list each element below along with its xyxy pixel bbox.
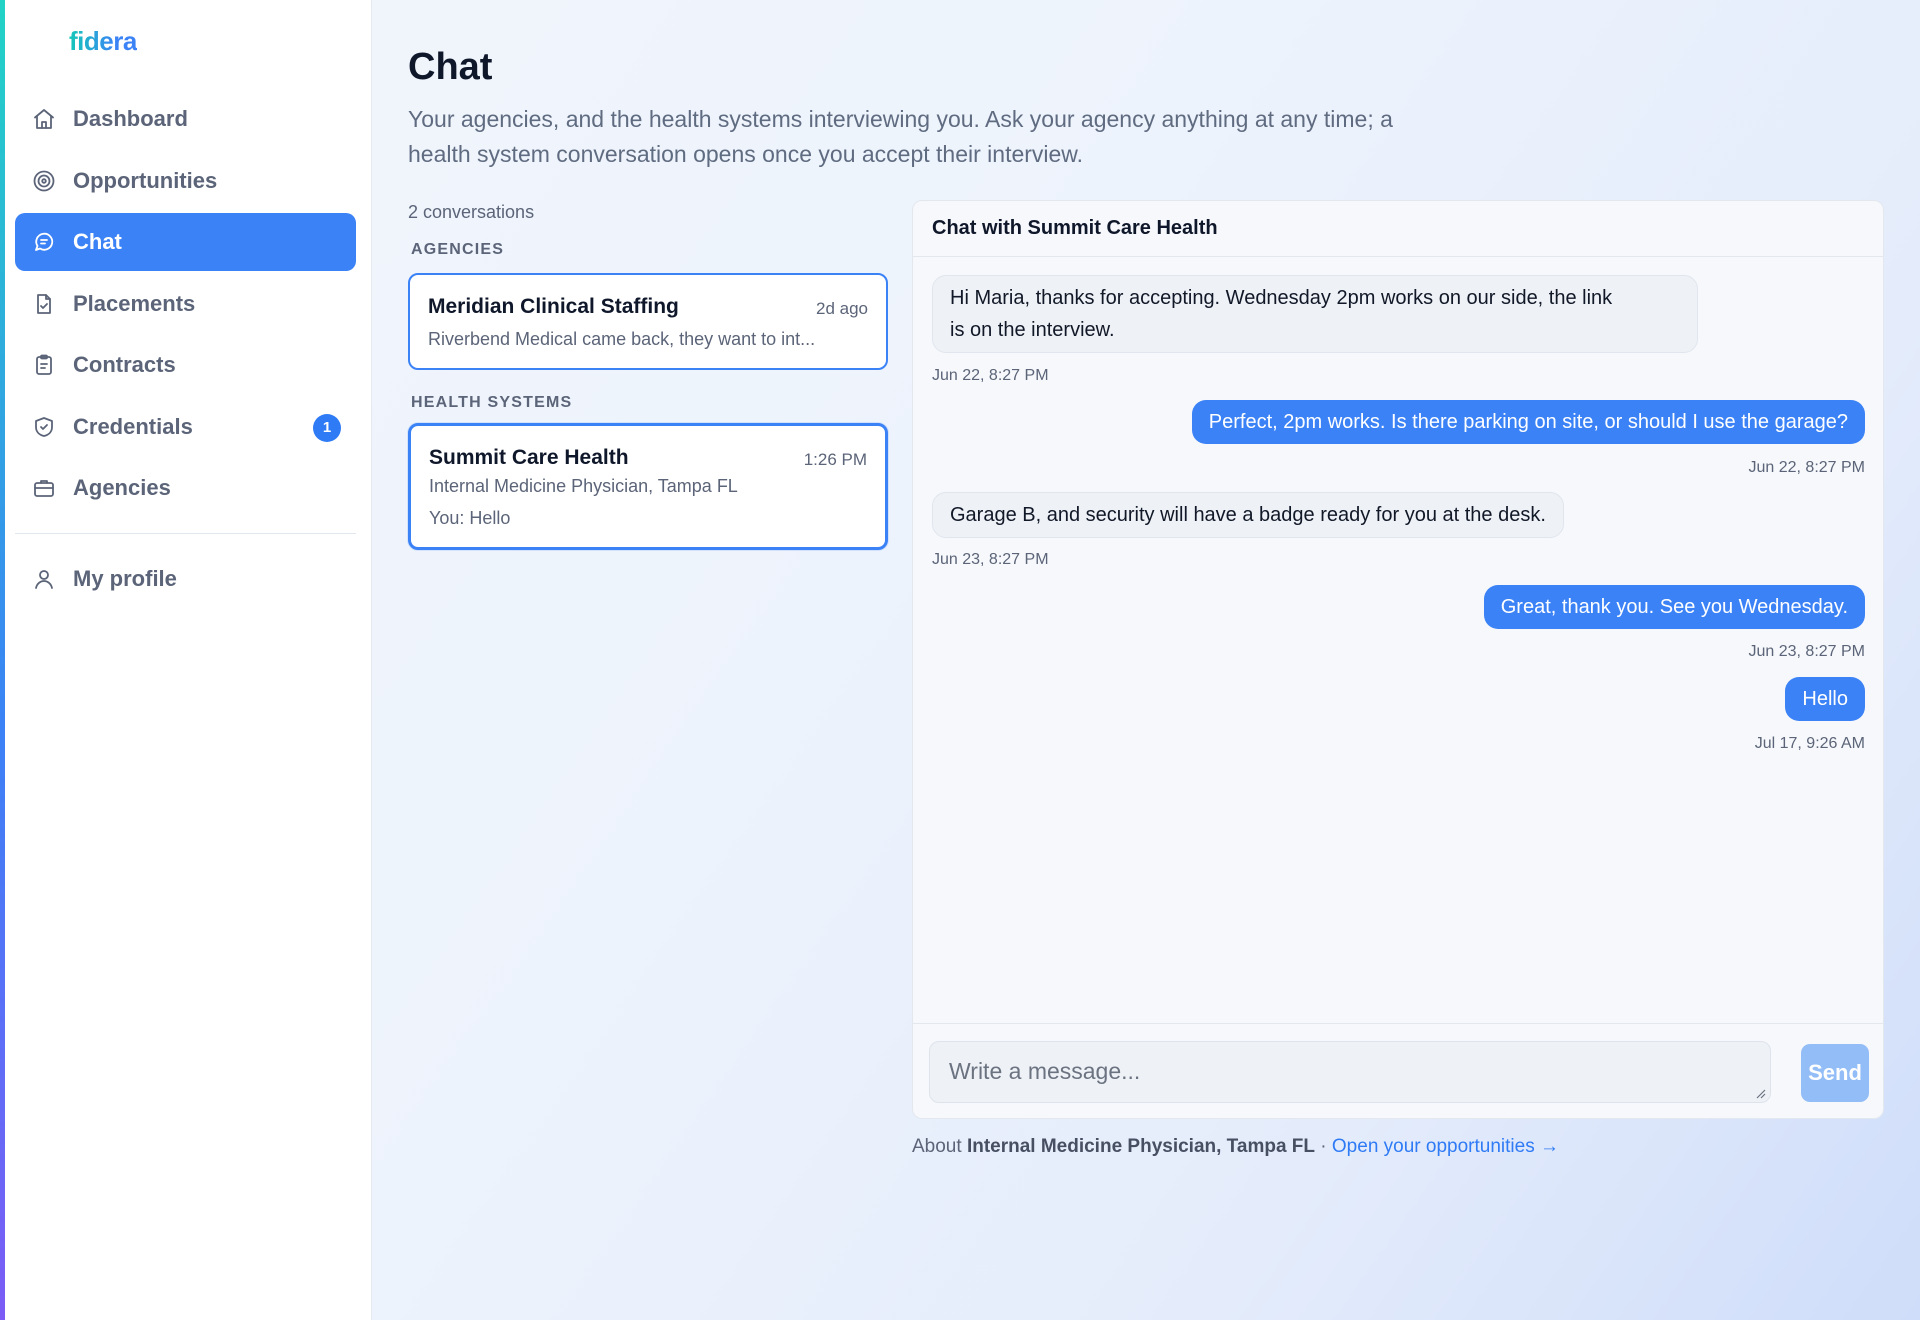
conversation-name: Meridian Clinical Staffing — [428, 295, 679, 318]
sidebar-item-chat[interactable]: Chat — [15, 213, 356, 271]
sidebar-item-opportunities[interactable]: Opportunities — [15, 152, 356, 210]
user-icon — [32, 567, 56, 591]
conversation-time: 1:26 PM — [803, 450, 867, 469]
credentials-count-badge: 1 — [313, 413, 341, 442]
message-text: is on the interview. — [950, 319, 1115, 341]
message-input[interactable]: Write a message... — [929, 1041, 1771, 1103]
message-bubble-outgoing: Hello — [1785, 677, 1865, 721]
target-icon — [32, 169, 56, 193]
briefcase-icon — [32, 476, 56, 500]
send-button[interactable]: Send — [1801, 1044, 1869, 1102]
sidebar-item-my-profile[interactable]: My profile — [15, 550, 356, 608]
message-timestamp: Jun 22, 8:27 PM — [1748, 459, 1865, 476]
sidebar-item-credentials[interactable]: Credentials 1 — [15, 398, 356, 456]
open-opportunities-link[interactable]: Open your opportunities → — [1332, 1136, 1559, 1157]
file-check-icon — [32, 292, 56, 316]
sidebar-item-label: Contracts — [73, 352, 176, 377]
sidebar-item-label: Placements — [73, 290, 196, 316]
about-separator: · — [1320, 1136, 1327, 1157]
conversation-preview: You: Hello — [429, 508, 511, 528]
sidebar-item-agencies[interactable]: Agencies — [15, 459, 356, 517]
conversation-name: Summit Care Health — [429, 446, 629, 469]
sidebar-item-label: Opportunities — [73, 167, 218, 193]
agencies-section-label: AGENCIES — [411, 241, 505, 258]
message-timestamp: Jun 22, 8:27 PM — [932, 367, 1049, 384]
message-timestamp: Jul 17, 9:26 AM — [1754, 735, 1865, 752]
page-subtitle: Your agencies, and the health systems in… — [408, 106, 1393, 167]
message-timestamp: Jun 23, 8:27 PM — [932, 551, 1049, 568]
page-title: Chat — [408, 46, 493, 88]
sidebar-accent-strip — [0, 0, 5, 1320]
clipboard-icon — [32, 353, 56, 377]
message-bubble-incoming: Hi Maria, thanks for accepting. Wednesda… — [932, 275, 1698, 353]
about-prefix: About — [912, 1136, 962, 1157]
sidebar-nav: Dashboard Opportunities Chat Placements … — [15, 90, 356, 521]
home-icon — [32, 107, 56, 131]
health-systems-section-label: HEALTH SYSTEMS — [411, 394, 573, 411]
conversation-card-agency[interactable]: Meridian Clinical Staffing 2d ago Riverb… — [408, 273, 888, 370]
about-role: Internal Medicine Physician, Tampa FL — [966, 1136, 1316, 1157]
conversation-preview: Riverbend Medical came back, they want t… — [428, 329, 816, 349]
sidebar-divider — [15, 533, 356, 534]
sidebar-profile-section: My profile — [15, 550, 356, 612]
chat-header: Chat with Summit Care Health — [913, 201, 1883, 257]
message-text: Hi Maria, thanks for accepting. Wednesda… — [950, 287, 1613, 309]
sidebar: fidera Dashboard Opportunities Chat Plac… — [0, 0, 372, 1320]
conversation-count: 2 conversations — [408, 202, 535, 222]
resize-grip-icon[interactable] — [1754, 1087, 1766, 1099]
message-input-placeholder: Write a message... — [949, 1058, 1141, 1084]
logo[interactable]: fidera — [69, 26, 137, 57]
message-bubble-incoming: Garage B, and security will have a badge… — [932, 492, 1564, 538]
composer-divider — [913, 1023, 1883, 1024]
sidebar-item-placements[interactable]: Placements — [15, 275, 356, 333]
conversation-time: 2d ago — [816, 299, 868, 318]
sidebar-item-contracts[interactable]: Contracts — [15, 336, 356, 394]
message-text: Garage B, and security will have a badge… — [950, 504, 1546, 526]
message-text: Perfect, 2pm works. Is there parking on … — [1208, 411, 1848, 433]
message-bubble-outgoing: Great, thank you. See you Wednesday. — [1483, 585, 1865, 629]
sidebar-item-label: Credentials — [73, 413, 193, 439]
sidebar-item-dashboard[interactable]: Dashboard — [15, 90, 356, 148]
message-text: Hello — [1802, 688, 1848, 710]
chat-panel: Chat with Summit Care Health Hi Maria, t… — [912, 200, 1884, 1119]
sidebar-item-label: Agencies — [73, 475, 171, 500]
conversation-card-health-system[interactable]: Summit Care Health 1:26 PM Internal Medi… — [408, 423, 888, 550]
conversation-context: About Internal Medicine Physician, Tampa… — [912, 1136, 1559, 1158]
message-text: Great, thank you. See you Wednesday. — [1500, 596, 1848, 618]
message-bubble-outgoing: Perfect, 2pm works. Is there parking on … — [1191, 400, 1865, 444]
sidebar-item-label: Chat — [73, 229, 122, 254]
message-timestamp: Jun 23, 8:27 PM — [1748, 643, 1865, 660]
chat-icon — [32, 230, 56, 254]
conversation-role: Internal Medicine Physician, Tampa FL — [429, 476, 738, 496]
shield-check-icon — [32, 415, 56, 439]
sidebar-item-label: My profile — [73, 566, 177, 591]
sidebar-item-label: Dashboard — [73, 106, 188, 131]
